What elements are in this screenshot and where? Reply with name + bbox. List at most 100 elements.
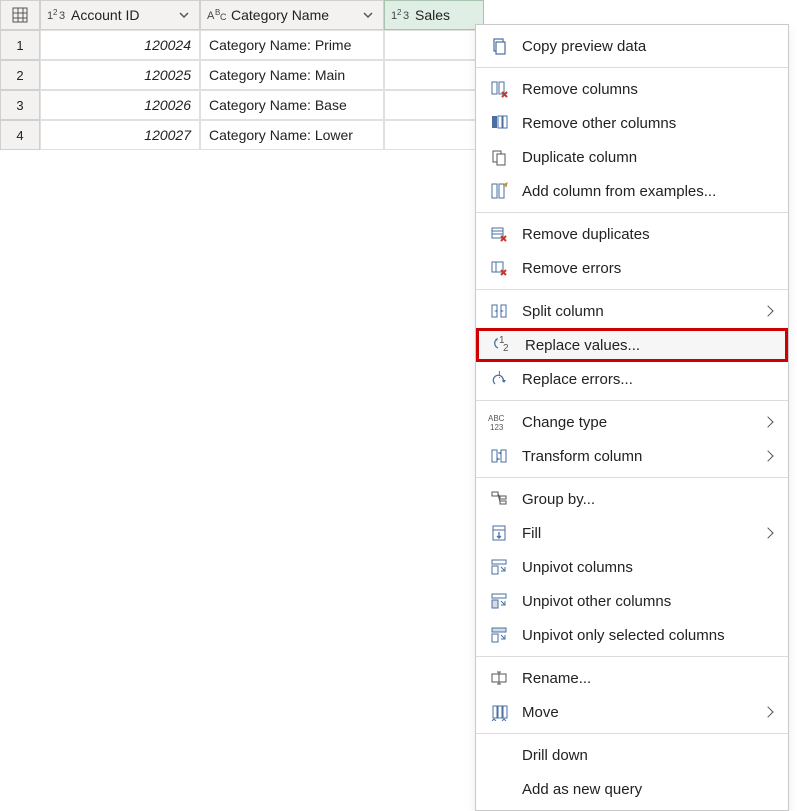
change-type-icon: ABC123 [488, 413, 510, 431]
menu-group-by[interactable]: Group by... [476, 482, 788, 516]
svg-text:3: 3 [403, 10, 409, 22]
cell-account-id[interactable]: 120026 [40, 90, 200, 120]
cell-sales[interactable] [384, 30, 484, 60]
cell-account-id[interactable]: 120025 [40, 60, 200, 90]
chevron-down-icon [179, 10, 189, 20]
menu-label: Duplicate column [522, 149, 776, 166]
menu-unpivot-other-columns[interactable]: Unpivot other columns [476, 584, 788, 618]
menu-label: Unpivot other columns [522, 593, 776, 610]
menu-label: Move [522, 704, 752, 721]
column-filter-dropdown[interactable] [175, 6, 193, 24]
cell-sales[interactable] [384, 60, 484, 90]
duplicate-icon [490, 148, 508, 166]
cell-category-name[interactable]: Category Name: Lower [200, 120, 384, 150]
unpivot-other-icon [490, 592, 508, 610]
fill-icon [490, 524, 508, 542]
menu-add-as-new-query[interactable]: Add as new query [476, 772, 788, 806]
menu-remove-other-columns[interactable]: Remove other columns [476, 106, 788, 140]
menu-unpivot-columns[interactable]: Unpivot columns [476, 550, 788, 584]
svg-text:C: C [220, 12, 227, 22]
svg-text:2: 2 [397, 8, 402, 17]
menu-separator [476, 67, 788, 68]
cell-category-name[interactable]: Category Name: Main [200, 60, 384, 90]
chevron-down-icon [363, 10, 373, 20]
number-type-icon: 123 [391, 8, 411, 22]
unpivot-icon [490, 558, 508, 576]
menu-copy-preview-data[interactable]: Copy preview data [476, 29, 788, 63]
menu-label: Remove other columns [522, 115, 776, 132]
menu-label: Rename... [522, 670, 776, 687]
menu-label: Group by... [522, 491, 776, 508]
row-header[interactable]: 4 [0, 120, 40, 150]
add-column-examples-icon [490, 182, 508, 200]
svg-text:A: A [207, 10, 215, 22]
transform-icon [490, 447, 508, 465]
number-type-icon: 123 [47, 8, 67, 22]
menu-add-column-from-examples[interactable]: Add column from examples... [476, 174, 788, 208]
move-icon [490, 703, 508, 721]
column-filter-dropdown[interactable] [359, 6, 377, 24]
menu-split-column[interactable]: Split column [476, 294, 788, 328]
menu-label: Drill down [522, 747, 776, 764]
column-header-category-name[interactable]: ABC Category Name [200, 0, 384, 30]
column-header-account-id[interactable]: 123 Account ID [40, 0, 200, 30]
menu-label: Transform column [522, 448, 752, 465]
menu-separator [476, 656, 788, 657]
menu-replace-errors[interactable]: ! Replace errors... [476, 362, 788, 396]
menu-separator [476, 400, 788, 401]
group-by-icon [490, 490, 508, 508]
copy-icon [490, 37, 508, 55]
menu-label: Split column [522, 303, 752, 320]
menu-unpivot-only-selected[interactable]: Unpivot only selected columns [476, 618, 788, 652]
grid-icon [12, 7, 28, 23]
menu-label: Fill [522, 525, 752, 542]
row-header[interactable]: 2 [0, 60, 40, 90]
row-header[interactable]: 1 [0, 30, 40, 60]
menu-label: Remove duplicates [522, 226, 776, 243]
menu-change-type[interactable]: ABC123 Change type [476, 405, 788, 439]
menu-remove-duplicates[interactable]: Remove duplicates [476, 217, 788, 251]
remove-other-columns-icon [490, 114, 508, 132]
menu-separator [476, 477, 788, 478]
column-header-sales[interactable]: 123 Sales [384, 0, 484, 30]
cell-sales[interactable] [384, 90, 484, 120]
menu-rename[interactable]: Rename... [476, 661, 788, 695]
row-header[interactable]: 3 [0, 90, 40, 120]
chevron-right-icon [762, 416, 773, 427]
chevron-right-icon [762, 527, 773, 538]
replace-values-icon: 12 [492, 336, 512, 354]
menu-separator [476, 733, 788, 734]
menu-remove-columns[interactable]: Remove columns [476, 72, 788, 106]
column-context-menu: Copy preview data Remove columns Remove … [475, 24, 789, 811]
split-column-icon [490, 302, 508, 320]
cell-account-id[interactable]: 120027 [40, 120, 200, 150]
cell-category-name[interactable]: Category Name: Base [200, 90, 384, 120]
menu-drill-down[interactable]: Drill down [476, 738, 788, 772]
svg-text:123: 123 [490, 423, 504, 431]
svg-text:2: 2 [503, 343, 509, 354]
column-label: Category Name [231, 7, 329, 23]
menu-label: Unpivot only selected columns [522, 627, 776, 644]
menu-label: Copy preview data [522, 38, 776, 55]
menu-transform-column[interactable]: Transform column [476, 439, 788, 473]
svg-text:2: 2 [53, 8, 58, 17]
svg-text:ABC: ABC [488, 414, 505, 423]
menu-fill[interactable]: Fill [476, 516, 788, 550]
column-label: Account ID [71, 7, 139, 23]
menu-replace-values[interactable]: 12 Replace values... [476, 328, 788, 362]
menu-separator [476, 212, 788, 213]
cell-sales[interactable] [384, 120, 484, 150]
menu-label: Remove errors [522, 260, 776, 277]
cell-category-name[interactable]: Category Name: Prime [200, 30, 384, 60]
column-label: Sales [415, 7, 450, 23]
menu-remove-errors[interactable]: Remove errors [476, 251, 788, 285]
menu-separator [476, 289, 788, 290]
cell-account-id[interactable]: 120024 [40, 30, 200, 60]
menu-label: Replace errors... [522, 371, 776, 388]
menu-label: Remove columns [522, 81, 776, 98]
menu-label: Add as new query [522, 781, 776, 798]
menu-duplicate-column[interactable]: Duplicate column [476, 140, 788, 174]
menu-move[interactable]: Move [476, 695, 788, 729]
rename-icon [490, 669, 508, 687]
select-all-corner[interactable] [0, 0, 40, 30]
